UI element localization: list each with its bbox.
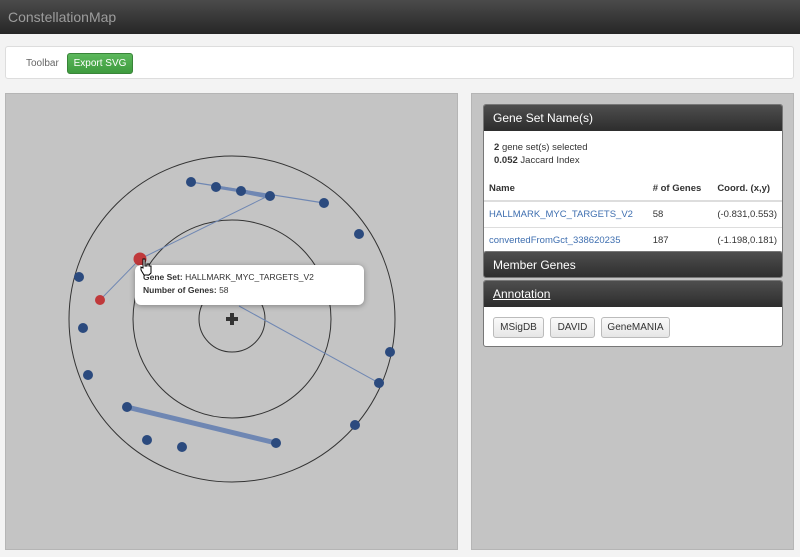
table-header-row: Name # of Genes Coord. (x,y) [484, 179, 782, 202]
coord-cell: (-0.831,0.553) [712, 200, 782, 228]
edge [139, 194, 271, 260]
edge [99, 258, 141, 301]
gene-set-node[interactable] [177, 442, 187, 452]
constellation-map-panel[interactable] [5, 93, 458, 550]
nodes[interactable] [74, 177, 395, 452]
gene-set-panel-title: Gene Set Name(s) [484, 105, 782, 131]
tooltip-set-value: HALLMARK_MYC_TARGETS_V2 [185, 272, 314, 282]
member-genes-panel-title[interactable]: Member Genes [484, 252, 782, 277]
annotation-buttons: MSigDB DAVID GeneMANIA [484, 307, 782, 346]
selected-text: gene set(s) selected [501, 142, 588, 153]
tooltip-count-label: Number of Genes: [143, 285, 217, 295]
table-row: convertedFromGct_338620235 187 (-1.198,0… [484, 227, 782, 253]
gene-set-node[interactable] [142, 435, 152, 445]
tooltip-gene-set-line: Gene Set: HALLMARK_MYC_TARGETS_V2 [143, 271, 364, 284]
selected-gene-set-node[interactable] [95, 295, 105, 305]
gene-set-node[interactable] [385, 347, 395, 357]
gene-set-node[interactable] [83, 370, 93, 380]
david-button[interactable]: DAVID [550, 317, 595, 338]
column-header-name: Name [484, 179, 648, 202]
jaccard-value: 0.052 [494, 155, 518, 166]
gene-count-cell: 187 [647, 227, 713, 253]
tooltip-gene-count-line: Number of Genes: 58 [143, 284, 364, 297]
column-header-genes: # of Genes [647, 179, 713, 202]
gene-set-node[interactable] [78, 323, 88, 333]
annotation-panel-title[interactable]: Annotation [484, 281, 782, 307]
table-row: HALLMARK_MYC_TARGETS_V2 58 (-0.831,0.553… [484, 200, 782, 228]
export-svg-button[interactable]: Export SVG [67, 53, 133, 74]
app-title[interactable]: ConstellationMap [8, 9, 116, 25]
hand-pointer-icon [140, 258, 152, 276]
member-genes-panel[interactable]: Member Genes [483, 251, 783, 278]
details-sidebar: Gene Set Name(s) 2 gene set(s) selected … [471, 93, 794, 550]
gene-set-node[interactable] [374, 378, 384, 388]
gene-set-name-link[interactable]: convertedFromGct_338620235 [484, 227, 648, 253]
column-header-coord: Coord. (x,y) [712, 179, 782, 202]
gene-count-cell: 58 [647, 200, 713, 228]
toolbar-label: Toolbar [26, 58, 59, 69]
gene-set-node[interactable] [265, 191, 275, 201]
selected-count-line: 2 gene set(s) selected [494, 141, 772, 154]
gene-set-node[interactable] [354, 229, 364, 239]
top-navbar: ConstellationMap [0, 0, 800, 34]
gene-set-node[interactable] [122, 402, 132, 412]
toolbar: Toolbar Export SVG [5, 46, 794, 79]
constellation-map[interactable] [6, 94, 457, 549]
gene-set-node[interactable] [319, 198, 329, 208]
coord-cell: (-1.198,0.181) [712, 227, 782, 253]
jaccard-line: 0.052 Jaccard Index [494, 154, 772, 167]
gene-set-table: Name # of Genes Coord. (x,y) HALLMARK_MY… [484, 179, 782, 253]
gene-set-panel: Gene Set Name(s) 2 gene set(s) selected … [483, 104, 783, 256]
gene-set-name-link[interactable]: HALLMARK_MYC_TARGETS_V2 [484, 200, 648, 228]
selection-summary: 2 gene set(s) selected 0.052 Jaccard Ind… [484, 131, 782, 167]
gene-set-node[interactable] [211, 182, 221, 192]
plus-icon [226, 313, 238, 325]
edge [238, 305, 380, 384]
gene-set-node[interactable] [350, 420, 360, 430]
gene-set-node[interactable] [236, 186, 246, 196]
edges [99, 181, 380, 446]
selected-count: 2 [494, 142, 500, 153]
annotation-panel: Annotation MSigDB DAVID GeneMANIA [483, 280, 783, 347]
jaccard-text: Jaccard Index [520, 155, 580, 166]
gene-set-node[interactable] [74, 272, 84, 282]
genemania-button[interactable]: GeneMANIA [601, 317, 670, 338]
gene-set-node[interactable] [186, 177, 196, 187]
tooltip-count-value: 58 [219, 285, 229, 295]
gene-set-node[interactable] [271, 438, 281, 448]
msigdb-button[interactable]: MSigDB [493, 317, 544, 338]
node-tooltip: Gene Set: HALLMARK_MYC_TARGETS_V2 Number… [135, 265, 364, 305]
